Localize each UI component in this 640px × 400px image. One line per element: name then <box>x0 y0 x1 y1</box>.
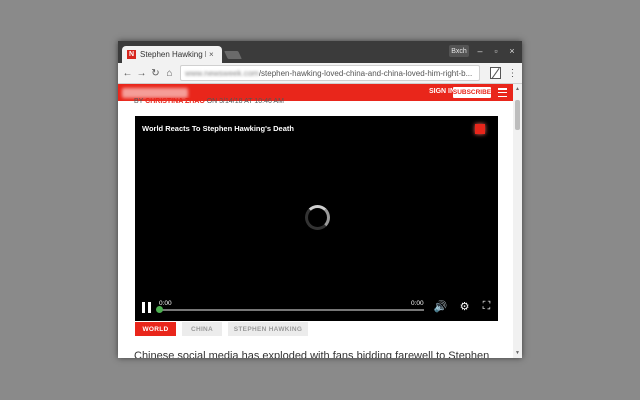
back-icon[interactable]: ← <box>121 66 134 80</box>
tag-stephen-hawking[interactable]: STEPHEN HAWKING <box>228 322 308 336</box>
video-title: World Reacts To Stephen Hawking's Death <box>142 124 294 133</box>
volume-icon[interactable]: 🔊 <box>434 300 448 313</box>
byline-prefix: BY <box>134 98 146 105</box>
settings-gear-icon[interactable]: ⚙ <box>458 300 471 313</box>
browser-window: N Stephen Hawking Lo × Bxch – ▫ × ← → ↻ … <box>118 41 522 358</box>
author-link[interactable]: CHRISTINA ZHAO <box>145 98 205 105</box>
seek-handle[interactable] <box>156 306 163 313</box>
loading-spinner-icon <box>305 205 330 230</box>
hamburger-menu-icon[interactable] <box>498 88 507 97</box>
tab-strip: N Stephen Hawking Lo × Bxch – ▫ × <box>118 41 522 63</box>
page-viewport: SIGN IN SUBSCRIBE BY CHRISTINA ZHAO ON 3… <box>118 84 513 358</box>
home-icon[interactable]: ⌂ <box>163 66 176 80</box>
scroll-thumb[interactable] <box>515 100 520 130</box>
new-tab-button[interactable] <box>224 51 242 59</box>
url-path: /stephen-hawking-loved-china-and-china-l… <box>258 68 473 78</box>
address-bar[interactable]: www.newsweek.com /stephen-hawking-loved-… <box>180 65 480 81</box>
video-brand-icon <box>475 124 485 134</box>
seek-bar[interactable] <box>159 309 424 311</box>
site-logo[interactable] <box>122 87 188 98</box>
time-total: 0:00 <box>411 300 424 307</box>
browser-tab[interactable]: N Stephen Hawking Lo × <box>122 46 222 63</box>
profile-button[interactable]: Bxch <box>449 45 469 57</box>
video-player[interactable]: World Reacts To Stephen Hawking's Death … <box>135 116 498 321</box>
minimize-icon[interactable]: – <box>474 45 486 57</box>
scroll-up-icon[interactable]: ▲ <box>515 86 520 92</box>
tag-world[interactable]: WORLD <box>135 322 176 336</box>
byline: BY CHRISTINA ZHAO ON 3/14/18 AT 10:46 AM <box>134 98 284 105</box>
url-host: www.newsweek.com <box>185 68 259 78</box>
maximize-icon[interactable]: ▫ <box>490 45 502 57</box>
fullscreen-icon[interactable]: ⛶ <box>480 300 493 313</box>
close-window-icon[interactable]: × <box>506 45 518 57</box>
reload-icon[interactable]: ↻ <box>149 66 162 80</box>
tag-china[interactable]: CHINA <box>182 322 222 336</box>
subscribe-button[interactable]: SUBSCRIBE <box>453 87 491 98</box>
tab-title: Stephen Hawking Lo <box>140 50 206 59</box>
tab-close-icon[interactable]: × <box>209 50 214 59</box>
newsweek-favicon-icon: N <box>127 50 136 59</box>
byline-date: ON 3/14/18 AT 10:46 AM <box>204 98 284 105</box>
sign-in-link[interactable]: SIGN IN <box>429 88 455 95</box>
tag-list: WORLD CHINA STEPHEN HAWKING <box>135 322 308 336</box>
page-scrollbar[interactable]: ▲ ▼ <box>513 84 522 358</box>
scroll-down-icon[interactable]: ▼ <box>515 350 520 356</box>
article-lede: Chinese social media has exploded with f… <box>134 350 490 358</box>
forward-icon[interactable]: → <box>135 66 148 80</box>
extension-icon[interactable] <box>490 67 501 79</box>
pause-button[interactable] <box>142 302 151 314</box>
browser-menu-icon[interactable]: ⋮ <box>506 66 519 80</box>
browser-toolbar: ← → ↻ ⌂ www.newsweek.com /stephen-hawkin… <box>118 63 522 84</box>
